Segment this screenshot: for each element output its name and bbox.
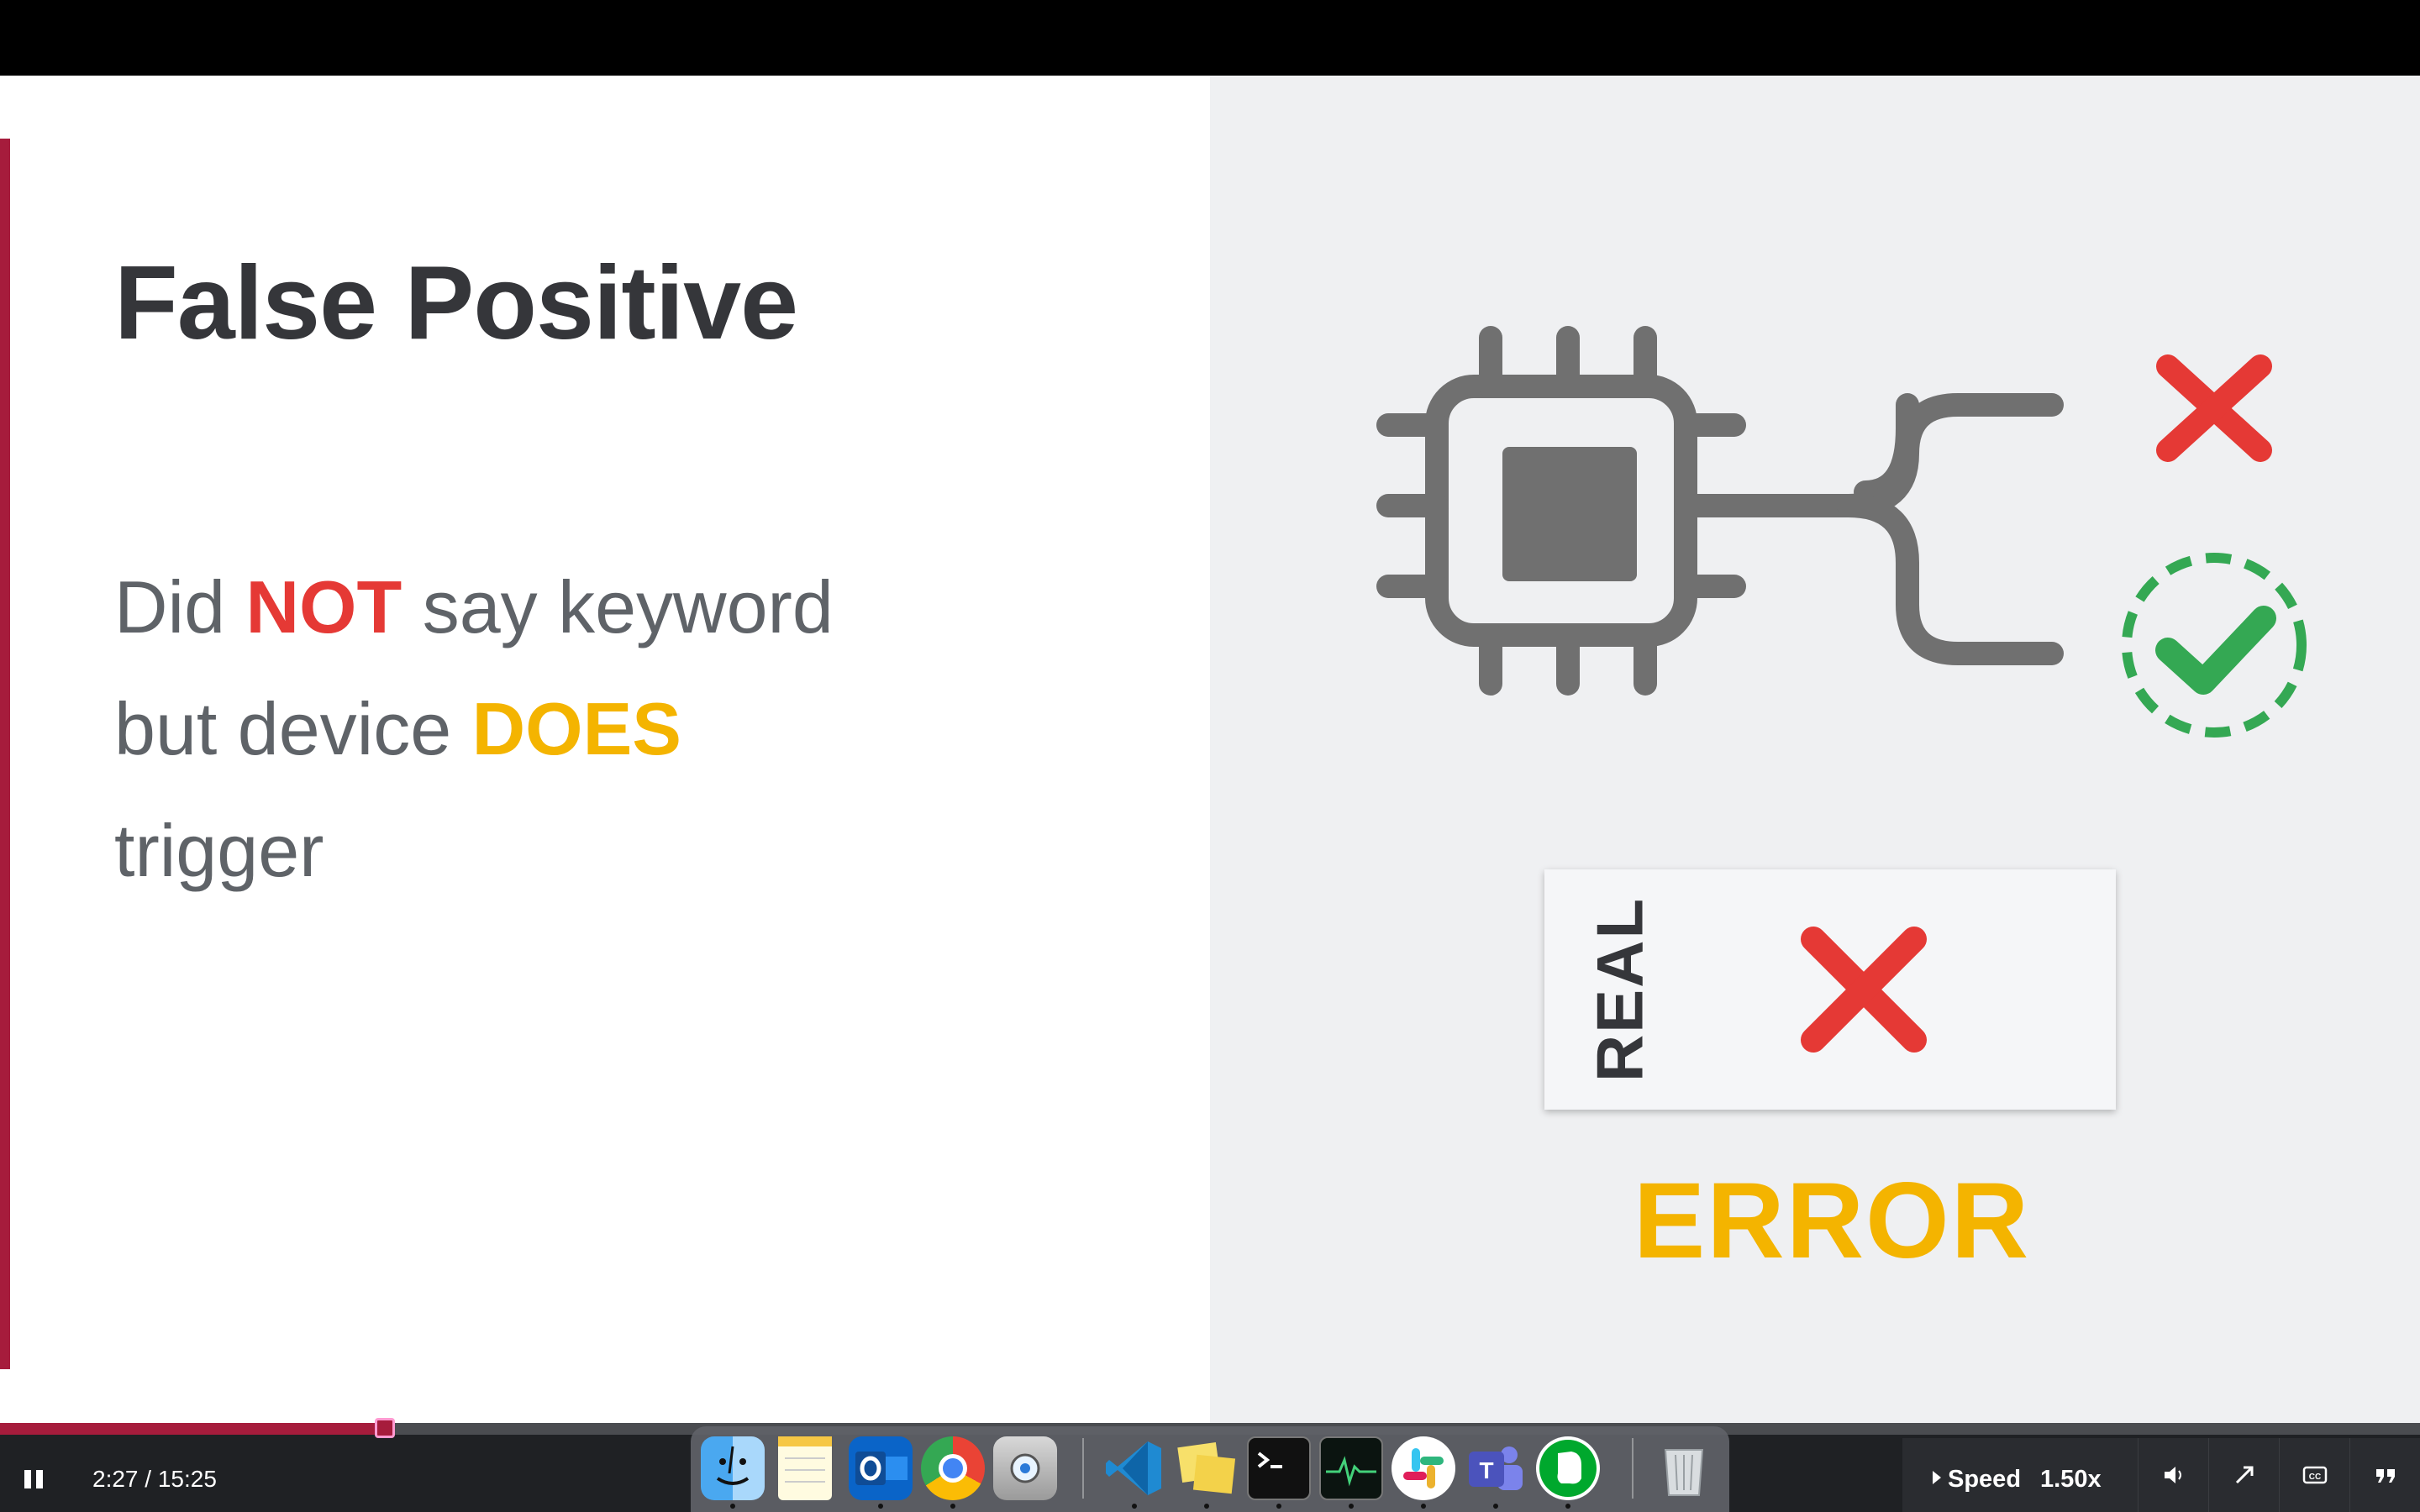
slack-icon[interactable] [1392, 1436, 1455, 1500]
real-label: REAL [1582, 896, 1657, 1083]
teams-running-dot [1493, 1504, 1498, 1509]
slack-running-dot [1421, 1504, 1426, 1509]
dock-separator [1082, 1438, 1084, 1499]
evernote-icon[interactable] [1536, 1436, 1600, 1500]
stickies-running-dot [1204, 1504, 1209, 1509]
outlook-icon[interactable] [849, 1436, 913, 1500]
dashed-check-icon [2122, 553, 2307, 738]
dock-separator [1632, 1438, 1634, 1499]
progress-fill [0, 1423, 385, 1435]
minimize-icon [2235, 1466, 2254, 1484]
presentation-slide: False Positive Did NOT say keyword but d… [0, 76, 2420, 1423]
cc-icon: CC [2302, 1466, 2328, 1484]
volume-button[interactable] [2138, 1438, 2209, 1512]
x-mark-icon [1801, 927, 1927, 1053]
chip-icon [1376, 326, 2064, 696]
vscode-running-dot [1132, 1504, 1137, 1509]
captions-button[interactable]: CC [2279, 1438, 2350, 1512]
activity-monitor-icon[interactable] [1319, 1436, 1383, 1500]
chrome-running-dot [950, 1504, 955, 1509]
top-black-bar [0, 0, 2420, 76]
outlook-running-dot [878, 1504, 883, 1509]
notes-icon[interactable] [778, 1436, 832, 1500]
accent-bar [0, 139, 10, 1369]
stickies-icon[interactable] [1175, 1436, 1239, 1500]
body-line-1: Did NOT say keyword [114, 546, 1123, 668]
disk-utility-icon[interactable] [993, 1436, 1057, 1500]
chip-core [1502, 447, 1637, 581]
terminal-running-dot [1276, 1504, 1281, 1509]
volume-icon [2165, 1467, 2181, 1483]
highlight-does: DOES [471, 687, 681, 770]
time-display: 2:27 / 15:25 [92, 1466, 217, 1492]
slide-left-pane: False Positive Did NOT say keyword but d… [0, 76, 1210, 1423]
real-result-card: REAL [1544, 869, 2116, 1110]
speed-value[interactable]: 1.50x [2040, 1466, 2102, 1494]
body-text-segment: say keyword [402, 565, 834, 648]
transcript-button[interactable] [2349, 1438, 2420, 1512]
error-label: ERROR [1633, 1161, 2031, 1281]
macos-dock: T [691, 1426, 1729, 1512]
terminal-icon[interactable] [1247, 1436, 1311, 1500]
highlight-not: NOT [245, 565, 402, 648]
trash-icon[interactable] [1652, 1436, 1716, 1500]
quote-icon [2376, 1469, 2395, 1483]
exit-fullscreen-button[interactable] [2208, 1438, 2280, 1512]
caret-right-icon [1933, 1471, 1941, 1484]
body-text-segment: Did [114, 565, 246, 648]
body-text-segment: but device [114, 687, 472, 770]
svg-text:CC: CC [2309, 1473, 2321, 1482]
teams-icon[interactable]: T [1464, 1436, 1528, 1500]
x-mark-icon [2156, 354, 2272, 462]
slide-body: Did NOT say keyword but device DOES trig… [114, 546, 1123, 911]
speed-label[interactable]: Speed [1948, 1466, 2021, 1494]
progress-thumb[interactable] [374, 1418, 395, 1438]
vscode-icon[interactable] [1102, 1436, 1166, 1500]
pause-button[interactable] [22, 1467, 47, 1492]
evernote-running-dot [1565, 1504, 1570, 1509]
body-line-3: trigger [114, 809, 324, 892]
finder-running-dot [730, 1504, 735, 1509]
chip-decision-diagram [1376, 326, 2307, 738]
slide-title: False Positive [114, 245, 798, 361]
svg-text:T: T [1479, 1457, 1493, 1483]
finder-icon[interactable] [701, 1436, 765, 1500]
body-line-2: but device DOES [114, 668, 1123, 790]
activity-monitor-running-dot [1349, 1504, 1354, 1509]
chrome-icon[interactable] [921, 1436, 985, 1500]
